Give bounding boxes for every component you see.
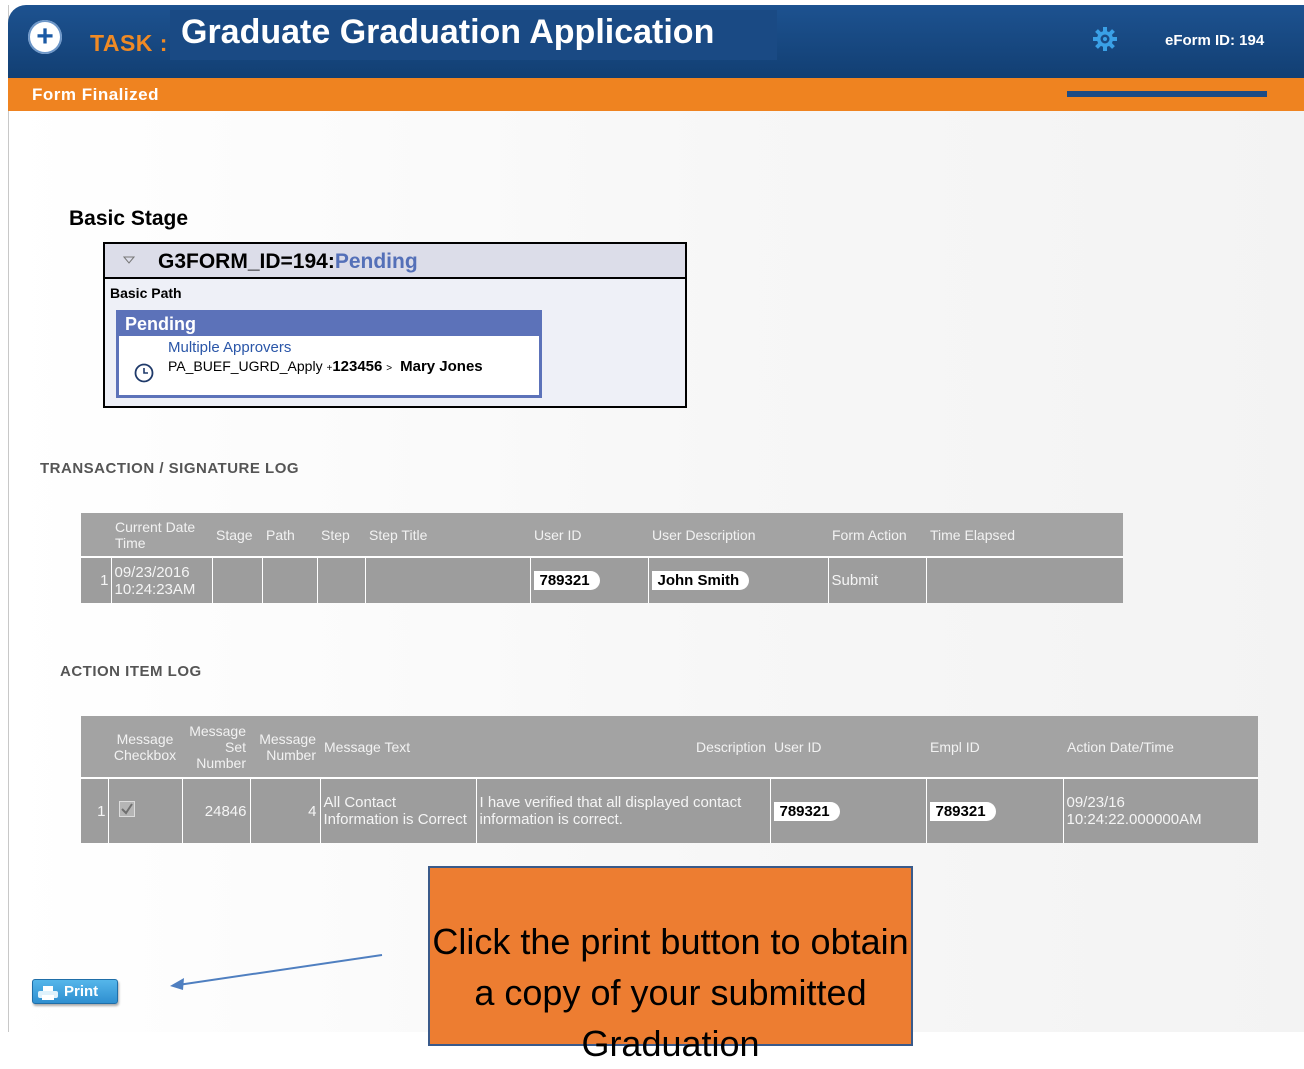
checkbox-checked-icon[interactable] — [118, 801, 135, 817]
arrow-icon — [170, 954, 383, 990]
print-label: Print — [64, 983, 99, 1000]
column-header[interactable]: Current Date Time — [111, 513, 212, 558]
transaction-log-table: Current Date Time Stage Path Step Step T… — [81, 513, 1123, 603]
column-header[interactable]: Step Title — [365, 513, 530, 558]
table-header-row: Current Date Time Stage Path Step Step T… — [81, 513, 1123, 558]
row-number: 1 — [81, 557, 111, 603]
cell-step-title — [364, 557, 530, 603]
action-log-table: Message Checkbox Message Set Number Mess… — [81, 716, 1258, 843]
cell-user-id: 789321 — [529, 557, 648, 603]
column-header[interactable]: User Description — [648, 513, 828, 558]
pending-step: Pending Multiple Approvers PA_BUEF_UGRD_… — [116, 310, 542, 398]
column-header[interactable]: Form Action — [828, 513, 926, 558]
task-label: TASK : — [90, 30, 168, 56]
workflow-form-id: G3FORM_ID=194: — [158, 250, 335, 273]
cell-stage — [211, 557, 262, 603]
clock-icon — [134, 363, 154, 383]
user-id-value: 789321 — [773, 801, 840, 821]
approval-line: PA_BUEF_UGRD_Apply +123456 > Mary Jones — [168, 358, 483, 375]
approver-name: Mary Jones — [400, 358, 483, 375]
column-header[interactable]: Stage — [212, 513, 262, 558]
cell-time-elapsed — [925, 557, 1123, 603]
column-header[interactable]: Description — [476, 716, 770, 779]
approvers-link[interactable]: Multiple Approvers — [168, 339, 291, 356]
column-header[interactable]: Action Date/Time — [1063, 716, 1258, 779]
instruction-callout: Click the print button to obtain a copy … — [428, 866, 913, 1064]
print-button[interactable]: Print — [32, 979, 118, 1004]
path-label: Basic Path — [110, 285, 182, 301]
table-row: 1 09/23/2016 10:24:23AM 789321 John Smit… — [81, 557, 1123, 603]
column-header[interactable]: User ID — [770, 716, 926, 779]
cell-path — [261, 557, 317, 603]
cell-step — [316, 557, 365, 603]
arrow-separator: > — [386, 363, 393, 374]
cell-user-id: 789321 — [769, 778, 926, 843]
transaction-log-title: TRANSACTION / SIGNATURE LOG — [40, 460, 300, 477]
plus-icon: + — [36, 20, 54, 53]
column-header[interactable]: Empl ID — [926, 716, 1063, 779]
apply-id: 123456 — [332, 358, 383, 375]
cell-form-action: Submit — [827, 557, 926, 603]
column-header[interactable]: Step — [317, 513, 365, 558]
column-header[interactable]: Message Number — [250, 716, 320, 779]
column-header[interactable]: Message Checkbox — [108, 716, 182, 779]
eform-id: eForm ID: 194 — [1165, 32, 1265, 49]
user-id-value: 789321 — [533, 571, 600, 590]
form-status: Form Finalized — [32, 85, 159, 104]
gear-icon[interactable] — [1093, 27, 1117, 51]
printer-icon — [38, 986, 58, 1000]
empl-id-value: 789321 — [929, 801, 996, 821]
pending-label: Pending — [119, 313, 539, 336]
action-log-title: ACTION ITEM LOG — [60, 663, 202, 680]
stage-heading: Basic Stage — [69, 207, 189, 230]
column-header-num — [81, 716, 108, 779]
table-row: 1 24846 4 All Contact Information is Cor… — [81, 778, 1258, 843]
workflow-id: G3FORM_ID=194:Pending — [158, 250, 418, 274]
column-header[interactable]: Message Set Number — [182, 716, 250, 779]
status-underline — [1067, 91, 1267, 97]
cell-empl-id: 789321 — [925, 778, 1063, 843]
workflow-header[interactable]: G3FORM_ID=194:Pending — [105, 244, 685, 279]
cell-description: I have verified that all displayed conta… — [475, 778, 770, 843]
cell-message-text: All Contact Information is Correct — [319, 778, 476, 843]
callout-text: Click the print button to obtain a copy … — [432, 921, 909, 1064]
workflow-box: G3FORM_ID=194:Pending Basic Path Pending… — [103, 242, 687, 408]
workflow-status: Pending — [334, 250, 418, 273]
apply-text: PA_BUEF_UGRD_Apply — [168, 358, 323, 374]
user-description-value: John Smith — [651, 571, 750, 590]
column-header-num — [81, 513, 111, 558]
cell-date: 09/23/2016 10:24:23AM — [110, 557, 212, 603]
cell-message-number: 4 — [249, 778, 320, 843]
page-title: Graduate Graduation Application — [181, 13, 715, 51]
column-header[interactable]: Path — [262, 513, 317, 558]
column-header[interactable]: User ID — [530, 513, 648, 558]
table-header-row: Message Checkbox Message Set Number Mess… — [81, 716, 1258, 779]
cell-user-description: John Smith — [647, 557, 828, 603]
row-number: 1 — [81, 778, 108, 843]
cell-action-datetime: 09/23/16 10:24:22.000000AM — [1062, 778, 1258, 843]
column-header[interactable]: Time Elapsed — [926, 513, 1123, 558]
cell-checkbox — [107, 778, 182, 843]
column-header[interactable]: Message Text — [320, 716, 476, 779]
add-button[interactable]: + — [28, 20, 62, 54]
cell-set-number: 24846 — [181, 778, 250, 843]
collapse-caret-icon[interactable] — [123, 254, 135, 266]
